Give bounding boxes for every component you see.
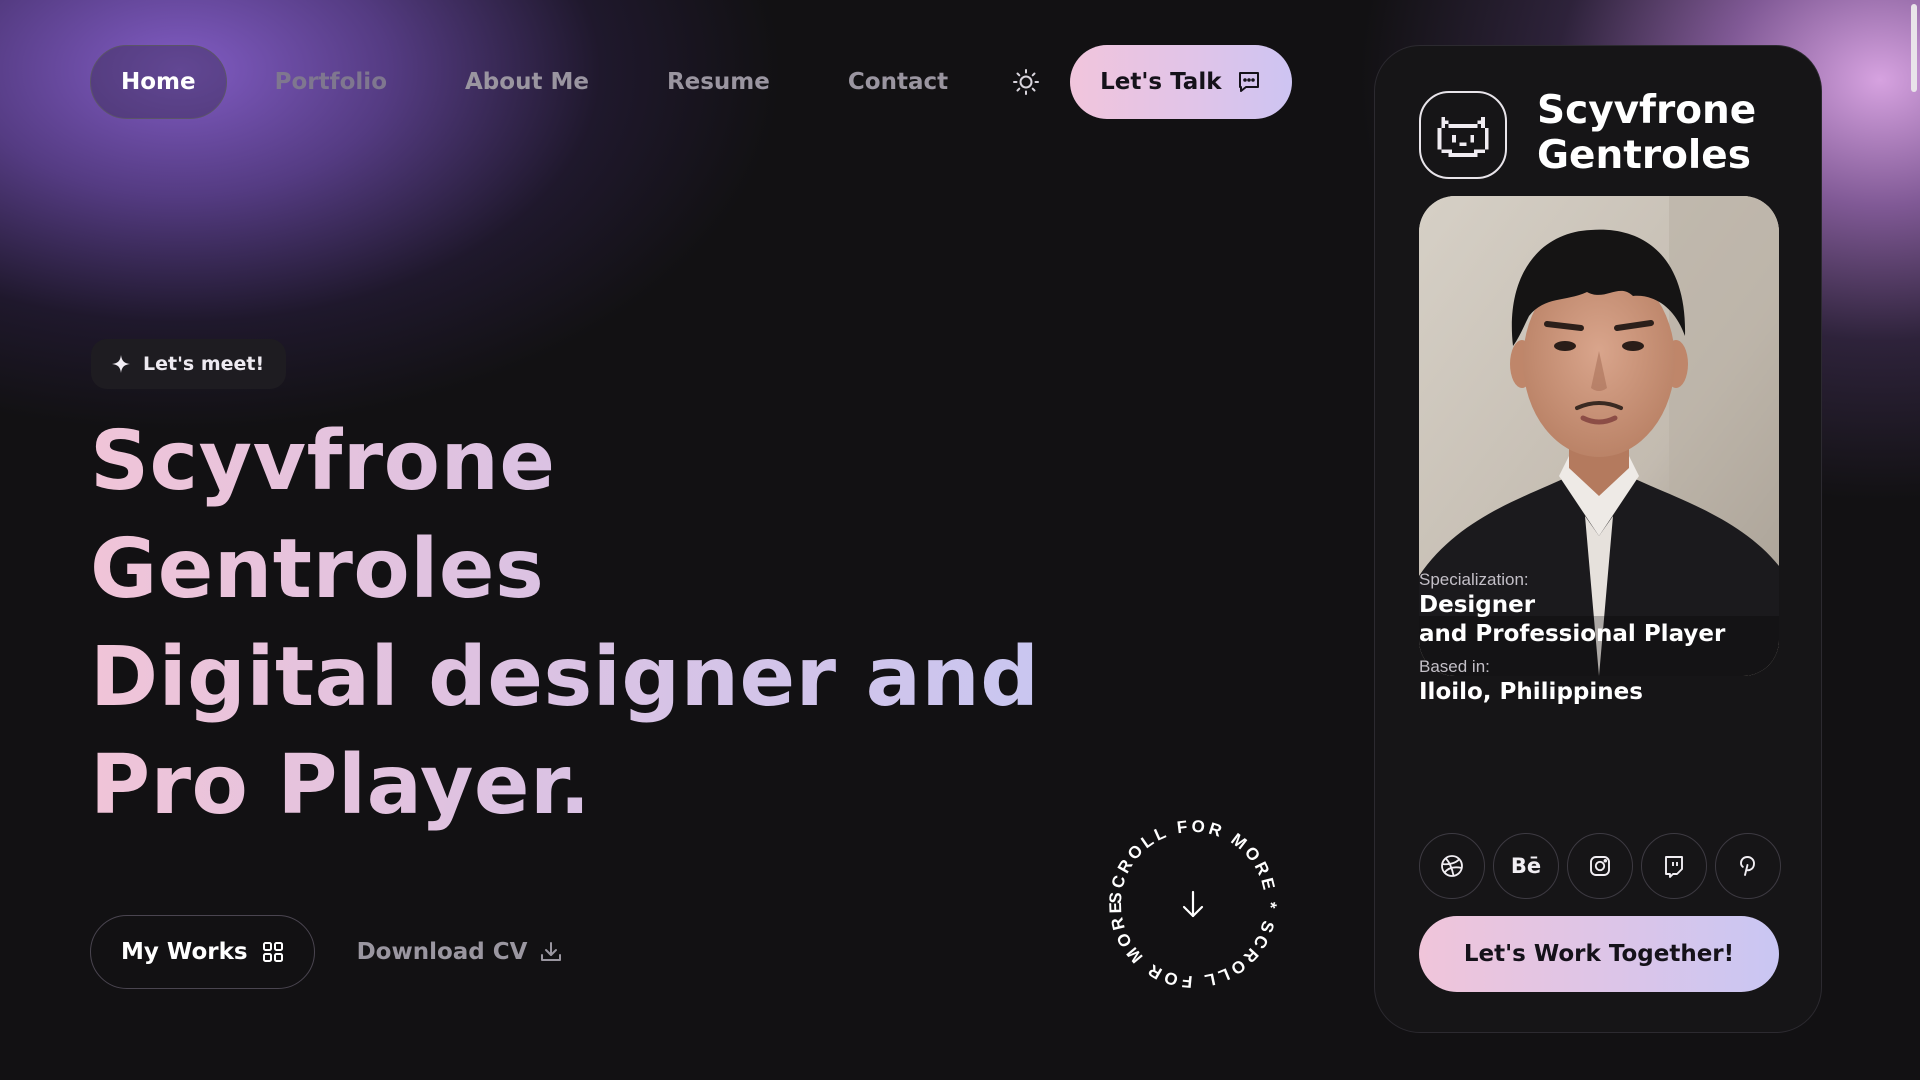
chat-icon bbox=[1238, 72, 1259, 92]
arrow-down-icon bbox=[1182, 890, 1204, 918]
portfolio-page: Home Portfolio About Me Resume Contact L… bbox=[0, 0, 1920, 1080]
scroll-circle-text: SCROLL FOR MORE * SCROLL FOR MORE * bbox=[1101, 812, 1280, 991]
pixel-cat-icon bbox=[1419, 91, 1507, 179]
hero-title: Scyvfrone Gentroles Digital designer and… bbox=[90, 408, 1039, 840]
lets-meet-badge: Let's meet! bbox=[91, 339, 287, 389]
lets-work-together-button[interactable]: Let's Work Together! bbox=[1419, 916, 1779, 992]
twitch-button[interactable] bbox=[1641, 833, 1707, 899]
card-name: Scyvfrone Gentroles bbox=[1537, 88, 1797, 178]
lets-talk-button[interactable]: Let's Talk bbox=[1070, 45, 1292, 119]
hero-title-line: Gentroles bbox=[90, 516, 1039, 624]
instagram-button[interactable] bbox=[1567, 833, 1633, 899]
social-links: Bē bbox=[1419, 833, 1781, 899]
hero-actions: My Works Download CV bbox=[90, 915, 575, 989]
behance-icon: Bē bbox=[1510, 854, 1542, 878]
card-name-line: Scyvfrone bbox=[1537, 88, 1757, 133]
download-cv-label: Download CV bbox=[356, 939, 528, 965]
pinterest-icon bbox=[1740, 856, 1755, 876]
theme-toggle-button[interactable] bbox=[1002, 58, 1050, 106]
hero-title-line: Pro Player. bbox=[90, 732, 1039, 840]
download-cv-button[interactable]: Download CV bbox=[345, 915, 576, 989]
my-works-label: My Works bbox=[121, 939, 248, 965]
pinterest-button[interactable] bbox=[1715, 833, 1781, 899]
scroll-circle-textpath: SCROLL FOR MORE * SCROLL FOR MORE * bbox=[1096, 797, 1277, 991]
scrollbar-thumb[interactable] bbox=[1911, 4, 1917, 92]
nav-resume[interactable]: Resume bbox=[637, 45, 800, 119]
profile-card: Scyvfrone Gentroles Specialization: Desi… bbox=[1374, 45, 1822, 1033]
hero-title-line: Scyvfrone bbox=[90, 408, 1039, 516]
nav-contact[interactable]: Contact bbox=[818, 45, 978, 119]
scroll-for-more-badge[interactable]: SCROLL FOR MORE * SCROLL FOR MORE * bbox=[1096, 797, 1285, 996]
main-nav: Home Portfolio About Me Resume Contact L… bbox=[90, 44, 1292, 120]
grid-icon bbox=[262, 942, 283, 962]
sun-icon bbox=[1013, 69, 1040, 95]
hero-title-line: Digital designer and bbox=[90, 624, 1039, 732]
specialization-value: Designer bbox=[1419, 592, 1536, 618]
nav-about-me[interactable]: About Me bbox=[435, 45, 619, 119]
twitch-icon bbox=[1665, 856, 1683, 878]
card-name-line: Gentroles bbox=[1537, 133, 1751, 178]
nav-home[interactable]: Home bbox=[90, 45, 227, 119]
lets-talk-label: Let's Talk bbox=[1100, 69, 1222, 95]
specialization-label: Specialization: bbox=[1419, 570, 1529, 589]
nav-portfolio[interactable]: Portfolio bbox=[245, 45, 417, 119]
instagram-icon bbox=[1590, 856, 1610, 876]
my-works-button[interactable]: My Works bbox=[90, 915, 315, 989]
behance-button[interactable]: Bē bbox=[1493, 833, 1559, 899]
specialization-value: and Professional Player bbox=[1419, 621, 1726, 647]
page-scrollbar[interactable] bbox=[1906, 0, 1920, 1080]
dribbble-button[interactable] bbox=[1419, 833, 1485, 899]
download-icon bbox=[541, 942, 562, 961]
badge-label: Let's meet! bbox=[143, 353, 265, 375]
based-in-label: Based in: bbox=[1419, 657, 1490, 676]
dribbble-icon bbox=[1441, 855, 1463, 877]
based-in-value: Iloilo, Philippines bbox=[1419, 679, 1643, 705]
sparkle-icon bbox=[112, 355, 130, 373]
